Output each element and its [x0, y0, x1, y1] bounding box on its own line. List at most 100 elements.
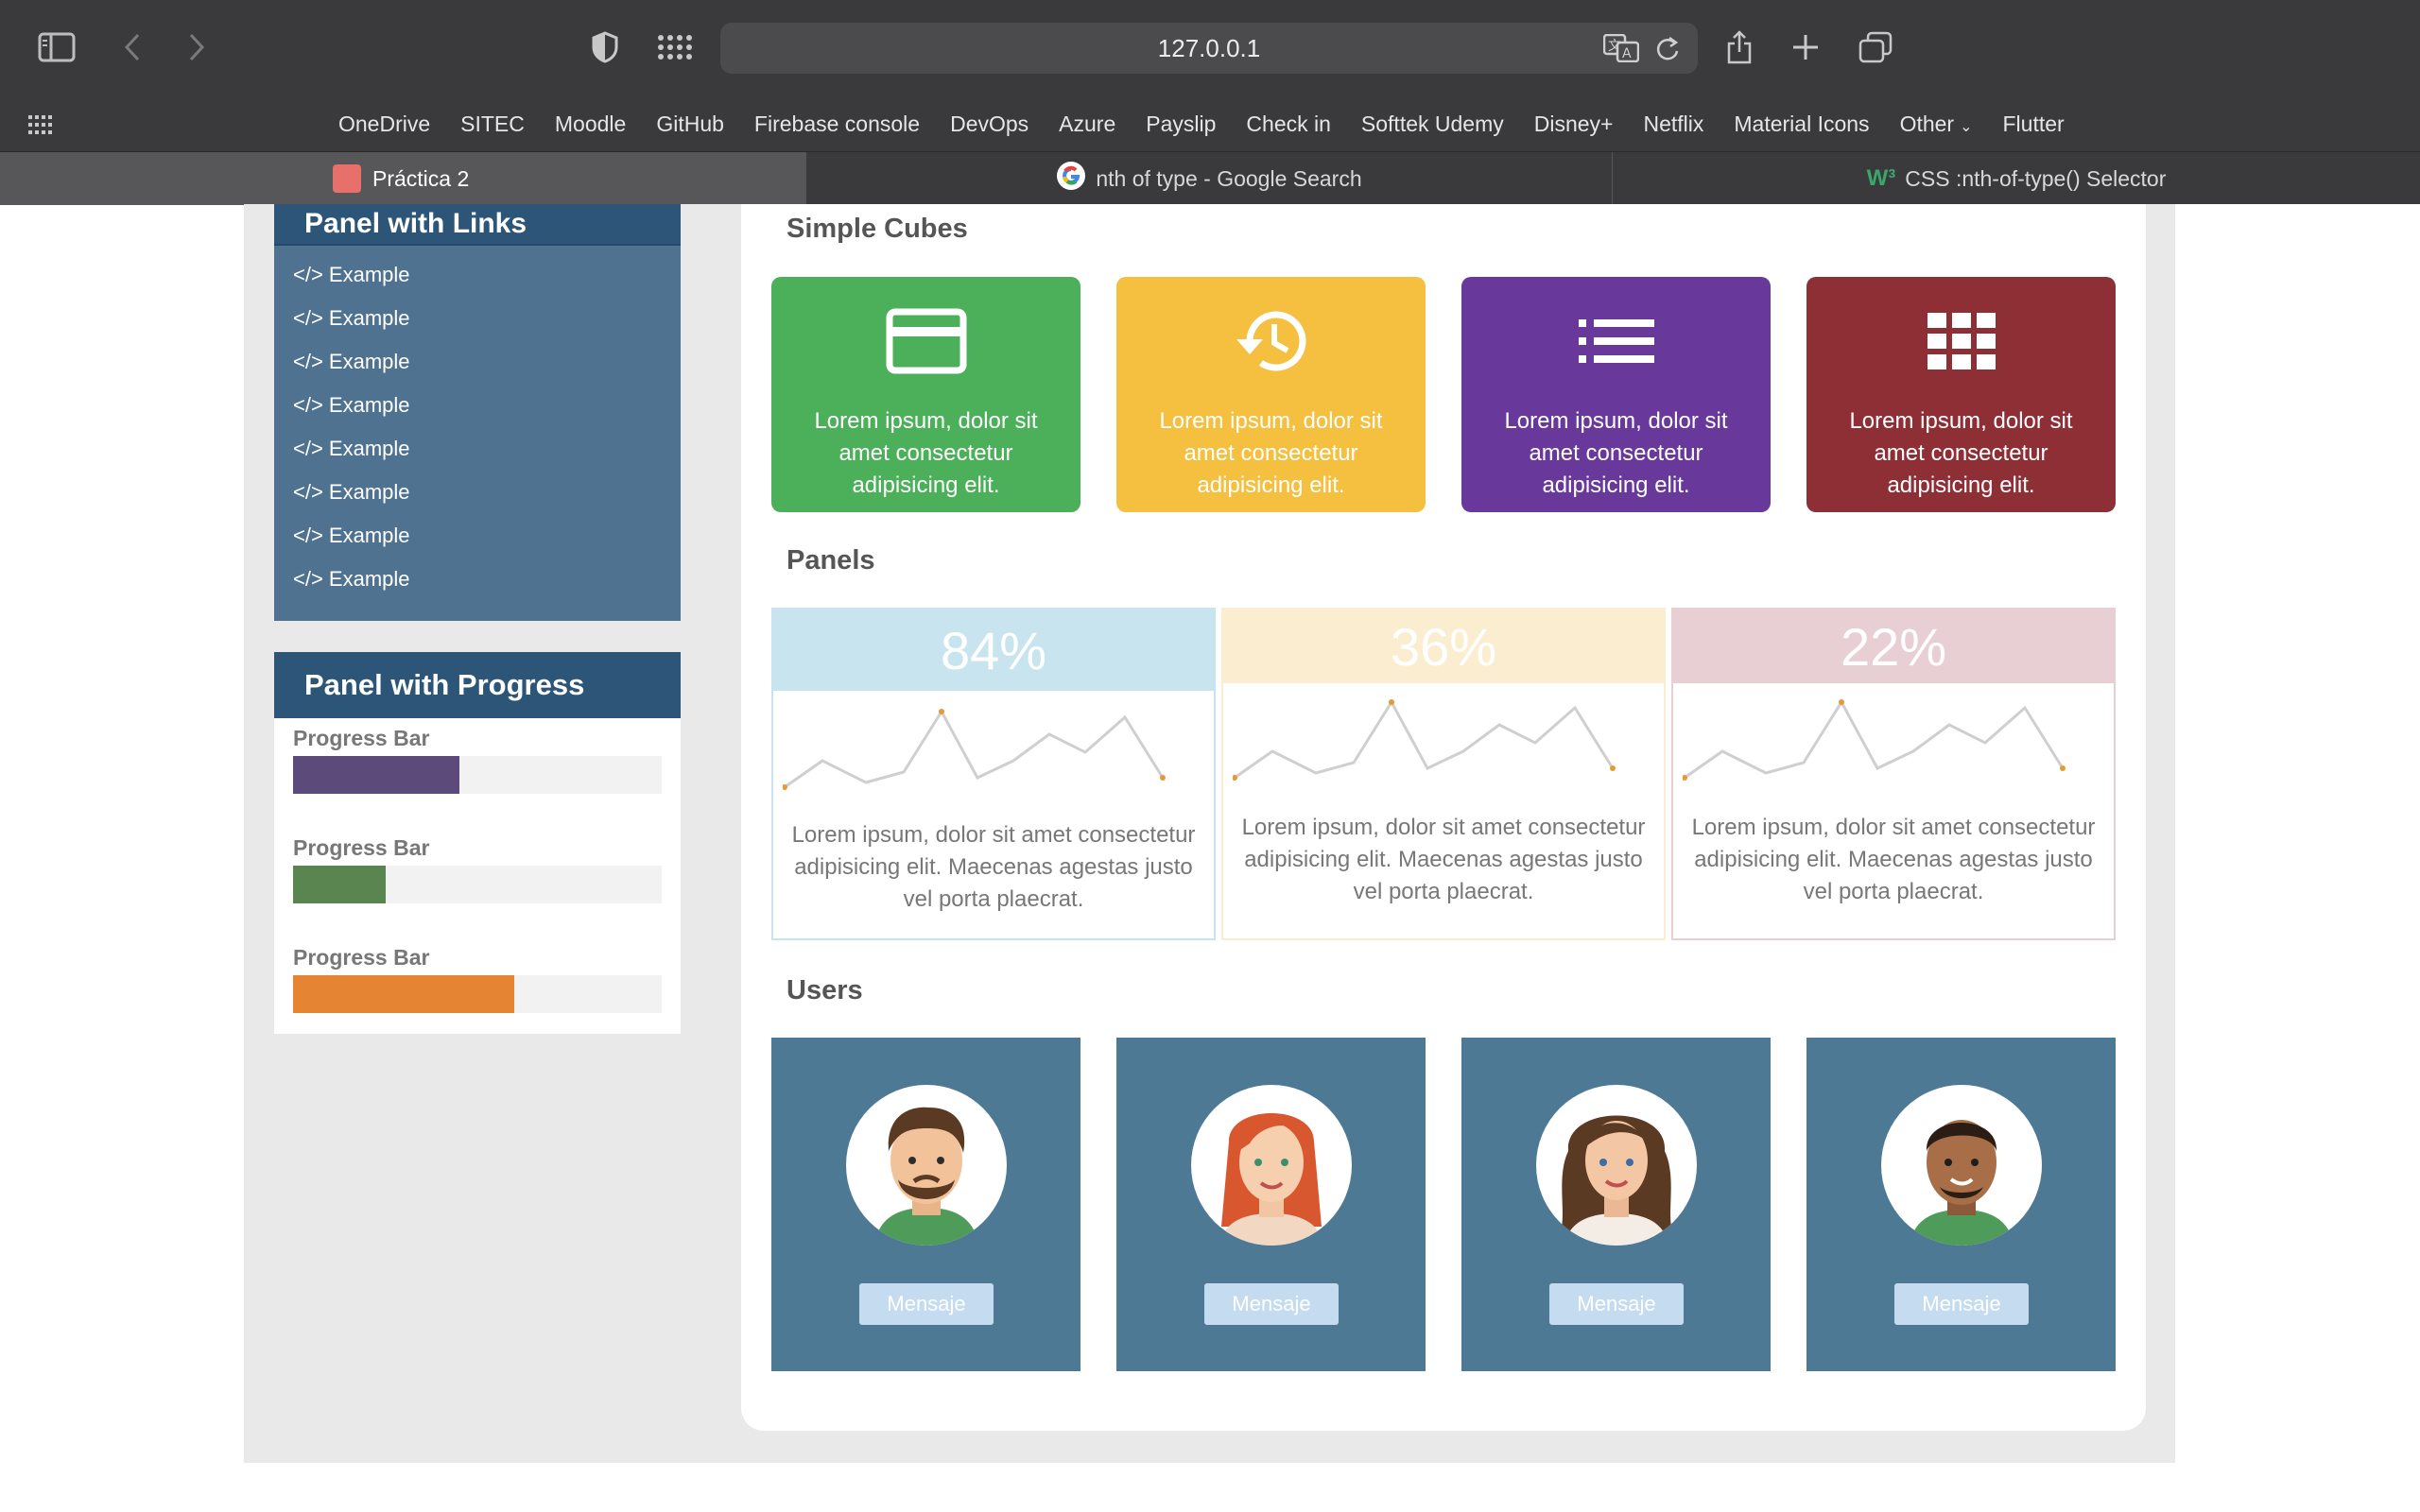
sparkline-chart: [783, 709, 1166, 790]
stat-panel-text: Lorem ipsum, dolor sit amet consectetur …: [1691, 815, 2096, 904]
reload-icon[interactable]: [1654, 34, 1681, 69]
chevron-down-icon: ⌄: [1960, 118, 1973, 135]
tab-title: Práctica 2: [372, 165, 470, 191]
message-button[interactable]: Mensaje: [859, 1283, 994, 1325]
panel-progress-title: Panel with Progress: [274, 652, 681, 718]
user-card: Mensaje: [1461, 1038, 1771, 1371]
progress-bar-block: Progress Bar: [293, 835, 662, 903]
browser-toolbar: 127.0.0.1 文A: [0, 0, 2420, 96]
progress-bar-label: Progress Bar: [293, 945, 430, 970]
simple-cubes-heading: Simple Cubes: [786, 214, 968, 244]
sidebar-toggle-icon[interactable]: [36, 26, 78, 68]
example-link[interactable]: </> Example: [274, 253, 681, 297]
progress-bar-fill: [293, 975, 514, 1013]
bookmark-softtek-udemy[interactable]: Softtek Udemy: [1361, 112, 1504, 137]
privacy-shield-icon[interactable]: [584, 26, 626, 68]
example-link[interactable]: </> Example: [274, 427, 681, 471]
bookmark-netflix[interactable]: Netflix: [1643, 112, 1703, 137]
avatar: [846, 1085, 1007, 1246]
cube-card[interactable]: Lorem ipsum, dolor sit amet consectetur …: [1116, 277, 1426, 512]
stat-panel-value: 36%: [1223, 610, 1664, 683]
bookmark-moodle[interactable]: Moodle: [555, 112, 626, 137]
bookmark-firebase-console[interactable]: Firebase console: [754, 112, 920, 137]
message-button[interactable]: Mensaje: [1549, 1283, 1684, 1325]
example-link[interactable]: </> Example: [274, 558, 681, 601]
bookmark-github[interactable]: GitHub: [656, 112, 724, 137]
tab-practica-2[interactable]: Práctica 2: [0, 152, 806, 205]
message-button[interactable]: Mensaje: [1204, 1283, 1339, 1325]
sparkline-chart: [1683, 699, 2066, 781]
bookmark-material-icons[interactable]: Material Icons: [1734, 112, 1869, 137]
user-card: Mensaje: [1116, 1038, 1426, 1371]
browser-chrome: 127.0.0.1 文A OneDrive SITEC Moodle GitHu…: [0, 0, 2420, 205]
progress-bar-track: [293, 975, 662, 1013]
example-link[interactable]: </> Example: [274, 384, 681, 427]
back-icon[interactable]: [112, 26, 153, 68]
example-link[interactable]: </> Example: [274, 340, 681, 384]
progress-bar-block: Progress Bar: [293, 726, 662, 794]
cube-text: Lorem ipsum, dolor sit amet consectetur …: [1159, 408, 1383, 498]
panel-with-progress: Panel with Progress Progress Bar Progres…: [274, 652, 681, 1034]
example-link[interactable]: </> Example: [274, 514, 681, 558]
cube-card[interactable]: Lorem ipsum, dolor sit amet consectetur …: [771, 277, 1080, 512]
progress-bar-label: Progress Bar: [293, 726, 430, 750]
avatar: [1536, 1085, 1697, 1246]
history-icon: [1116, 303, 1426, 379]
bookmark-disney[interactable]: Disney+: [1534, 112, 1614, 137]
w3schools-favicon-icon: W³: [1866, 165, 1896, 191]
link-list: </> Example </> Example </> Example </> …: [274, 246, 681, 601]
share-icon[interactable]: [1719, 26, 1760, 68]
bookmark-onedrive[interactable]: OneDrive: [338, 112, 430, 137]
bookmark-azure[interactable]: Azure: [1059, 112, 1115, 137]
cube-card[interactable]: Lorem ipsum, dolor sit amet consectetur …: [1806, 277, 2116, 512]
bookmark-devops[interactable]: DevOps: [950, 112, 1028, 137]
tab-w3schools[interactable]: W³ CSS :nth-of-type() Selector: [1613, 152, 2420, 205]
stat-panel-text: Lorem ipsum, dolor sit amet consectetur …: [791, 822, 1196, 912]
bookmarks-list: OneDrive SITEC Moodle GitHub Firebase co…: [338, 98, 2065, 149]
tab-title: CSS :nth-of-type() Selector: [1905, 165, 2167, 191]
user-card: Mensaje: [771, 1038, 1080, 1371]
bookmark-flutter[interactable]: Flutter: [2003, 112, 2065, 137]
tab-google-search[interactable]: nth of type - Google Search: [806, 152, 1613, 205]
bookmark-sitec[interactable]: SITEC: [460, 112, 525, 137]
url-text: 127.0.0.1: [1157, 33, 1261, 62]
translate-icon[interactable]: 文A: [1602, 33, 1640, 69]
progress-bar-block: Progress Bar: [293, 945, 662, 1013]
bookmark-other-label: Other: [1899, 111, 1955, 136]
page-favicon-icon: [333, 164, 361, 193]
avatar: [1191, 1085, 1352, 1246]
start-page-grid-icon[interactable]: [654, 26, 696, 68]
stat-panel-value: 84%: [773, 610, 1214, 691]
tab-bar: Práctica 2 nth of type - Google Search W…: [0, 151, 2420, 205]
svg-text:A: A: [1622, 46, 1632, 61]
cube-text: Lorem ipsum, dolor sit amet consectetur …: [1849, 408, 2073, 498]
bookmarks-grid-icon[interactable]: [28, 115, 53, 139]
message-button[interactable]: Mensaje: [1894, 1283, 2029, 1325]
stat-panel-text: Lorem ipsum, dolor sit amet consectetur …: [1241, 815, 1646, 904]
avatar: [1881, 1085, 2042, 1246]
progress-bar-fill: [293, 756, 459, 794]
progress-bar-fill: [293, 866, 386, 903]
bookmark-other-folder[interactable]: Other ⌄: [1900, 112, 1973, 137]
stat-panel: 22% Lorem ipsum, dolor sit amet consecte…: [1671, 608, 2116, 940]
tab-overview-icon[interactable]: [1855, 26, 1896, 68]
progress-bar-label: Progress Bar: [293, 835, 430, 860]
google-favicon-icon: [1056, 161, 1086, 197]
stat-panel-value: 22%: [1673, 610, 2114, 683]
stat-panel: 84% Lorem ipsum, dolor sit amet consecte…: [771, 608, 1216, 940]
progress-bar-track: [293, 866, 662, 903]
users-heading: Users: [786, 975, 863, 1005]
user-card: Mensaje: [1806, 1038, 2116, 1371]
panel-links-title: Panel with Links: [274, 204, 681, 246]
address-bar[interactable]: 127.0.0.1 文A: [720, 23, 1698, 74]
forward-icon[interactable]: [176, 26, 217, 68]
bookmark-check-in[interactable]: Check in: [1246, 112, 1330, 137]
list-icon: [1461, 303, 1771, 379]
bookmark-payslip[interactable]: Payslip: [1146, 112, 1216, 137]
cube-card[interactable]: Lorem ipsum, dolor sit amet consectetur …: [1461, 277, 1771, 512]
example-link[interactable]: </> Example: [274, 297, 681, 340]
credit-card-icon: [771, 303, 1080, 379]
new-tab-icon[interactable]: [1785, 26, 1826, 68]
example-link[interactable]: </> Example: [274, 471, 681, 514]
panel-with-links: Panel with Links </> Example </> Example…: [274, 204, 681, 621]
